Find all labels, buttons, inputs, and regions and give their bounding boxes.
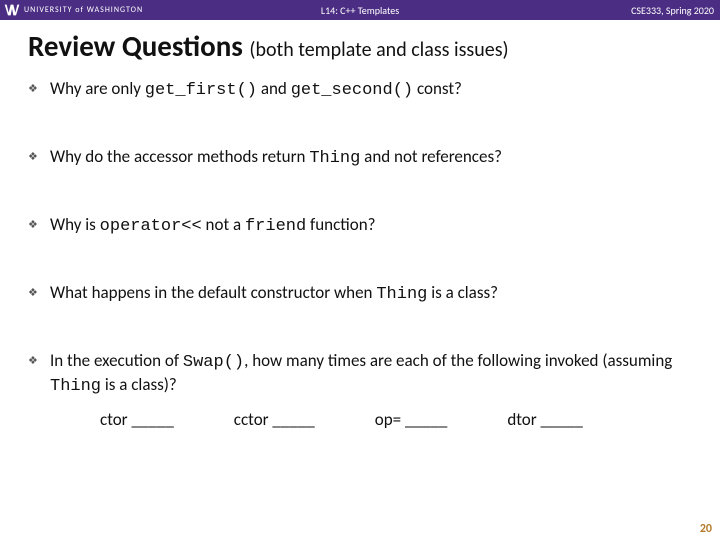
- title-main: Review Questions: [28, 28, 243, 64]
- bullet-icon: ❖: [28, 150, 38, 164]
- list-item: ❖ Why do the accessor methods return Thi…: [28, 146, 692, 170]
- uw-logo-icon: [4, 3, 20, 17]
- slide-header: UNIVERSITY of WASHINGTON L14: C++ Templa…: [0, 0, 720, 20]
- list-item: ❖ Why is operator<< not a friend functio…: [28, 214, 692, 238]
- page-title: Review Questions (both template and clas…: [28, 28, 692, 64]
- brand: UNIVERSITY of WASHINGTON: [0, 3, 143, 17]
- page-number: 20: [700, 522, 712, 536]
- lecture-title: L14: C++ Templates: [321, 4, 399, 17]
- brand-text: UNIVERSITY of WASHINGTON: [24, 5, 143, 15]
- blank-dtor: dtor _____: [507, 409, 583, 431]
- blank-opeq: op= _____: [375, 409, 448, 431]
- list-item: ❖ In the execution of Swap(), how many t…: [28, 350, 692, 430]
- bullet-icon: ❖: [28, 218, 38, 232]
- blank-ctor: ctor _____: [100, 409, 174, 431]
- bullet-icon: ❖: [28, 82, 38, 96]
- question-list: ❖ Why are only get_first() and get_secon…: [28, 78, 692, 431]
- slide-content: Review Questions (both template and clas…: [0, 20, 720, 431]
- blanks-row: ctor _____ cctor _____ op= _____ dtor __…: [50, 409, 692, 431]
- course-term: CSE333, Spring 2020: [631, 4, 714, 17]
- title-sub: (both template and class issues): [249, 38, 508, 62]
- bullet-icon: ❖: [28, 354, 38, 368]
- list-item: ❖ What happens in the default constructo…: [28, 282, 692, 306]
- blank-cctor: cctor _____: [234, 409, 315, 431]
- list-item: ❖ Why are only get_first() and get_secon…: [28, 78, 692, 102]
- bullet-icon: ❖: [28, 286, 38, 300]
